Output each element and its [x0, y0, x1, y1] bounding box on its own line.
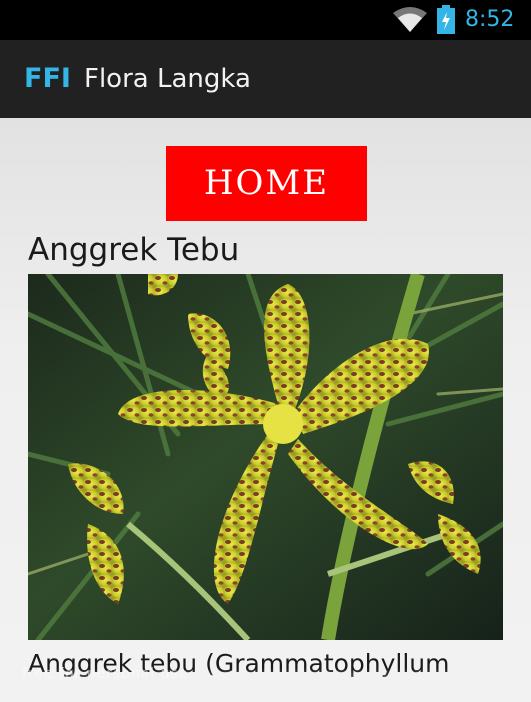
wifi-icon [393, 7, 427, 32]
app-logo[interactable]: FFI [24, 62, 71, 96]
action-bar: FFI Flora Langka [0, 40, 531, 122]
orchid-photo [28, 274, 503, 640]
status-bar: 8:52 [0, 0, 531, 40]
flower-title: Anggrek Tebu [28, 232, 240, 268]
app-title: Flora Langka [84, 64, 251, 94]
clock-text: 8:52 [465, 7, 515, 32]
battery-charging-icon [437, 5, 455, 34]
home-button[interactable]: HOME [166, 146, 367, 221]
watermark-text: free for personal use [22, 666, 189, 682]
main-content[interactable]: HOME Anggrek Tebu Anggrek tebu (Grammato… [0, 118, 531, 702]
